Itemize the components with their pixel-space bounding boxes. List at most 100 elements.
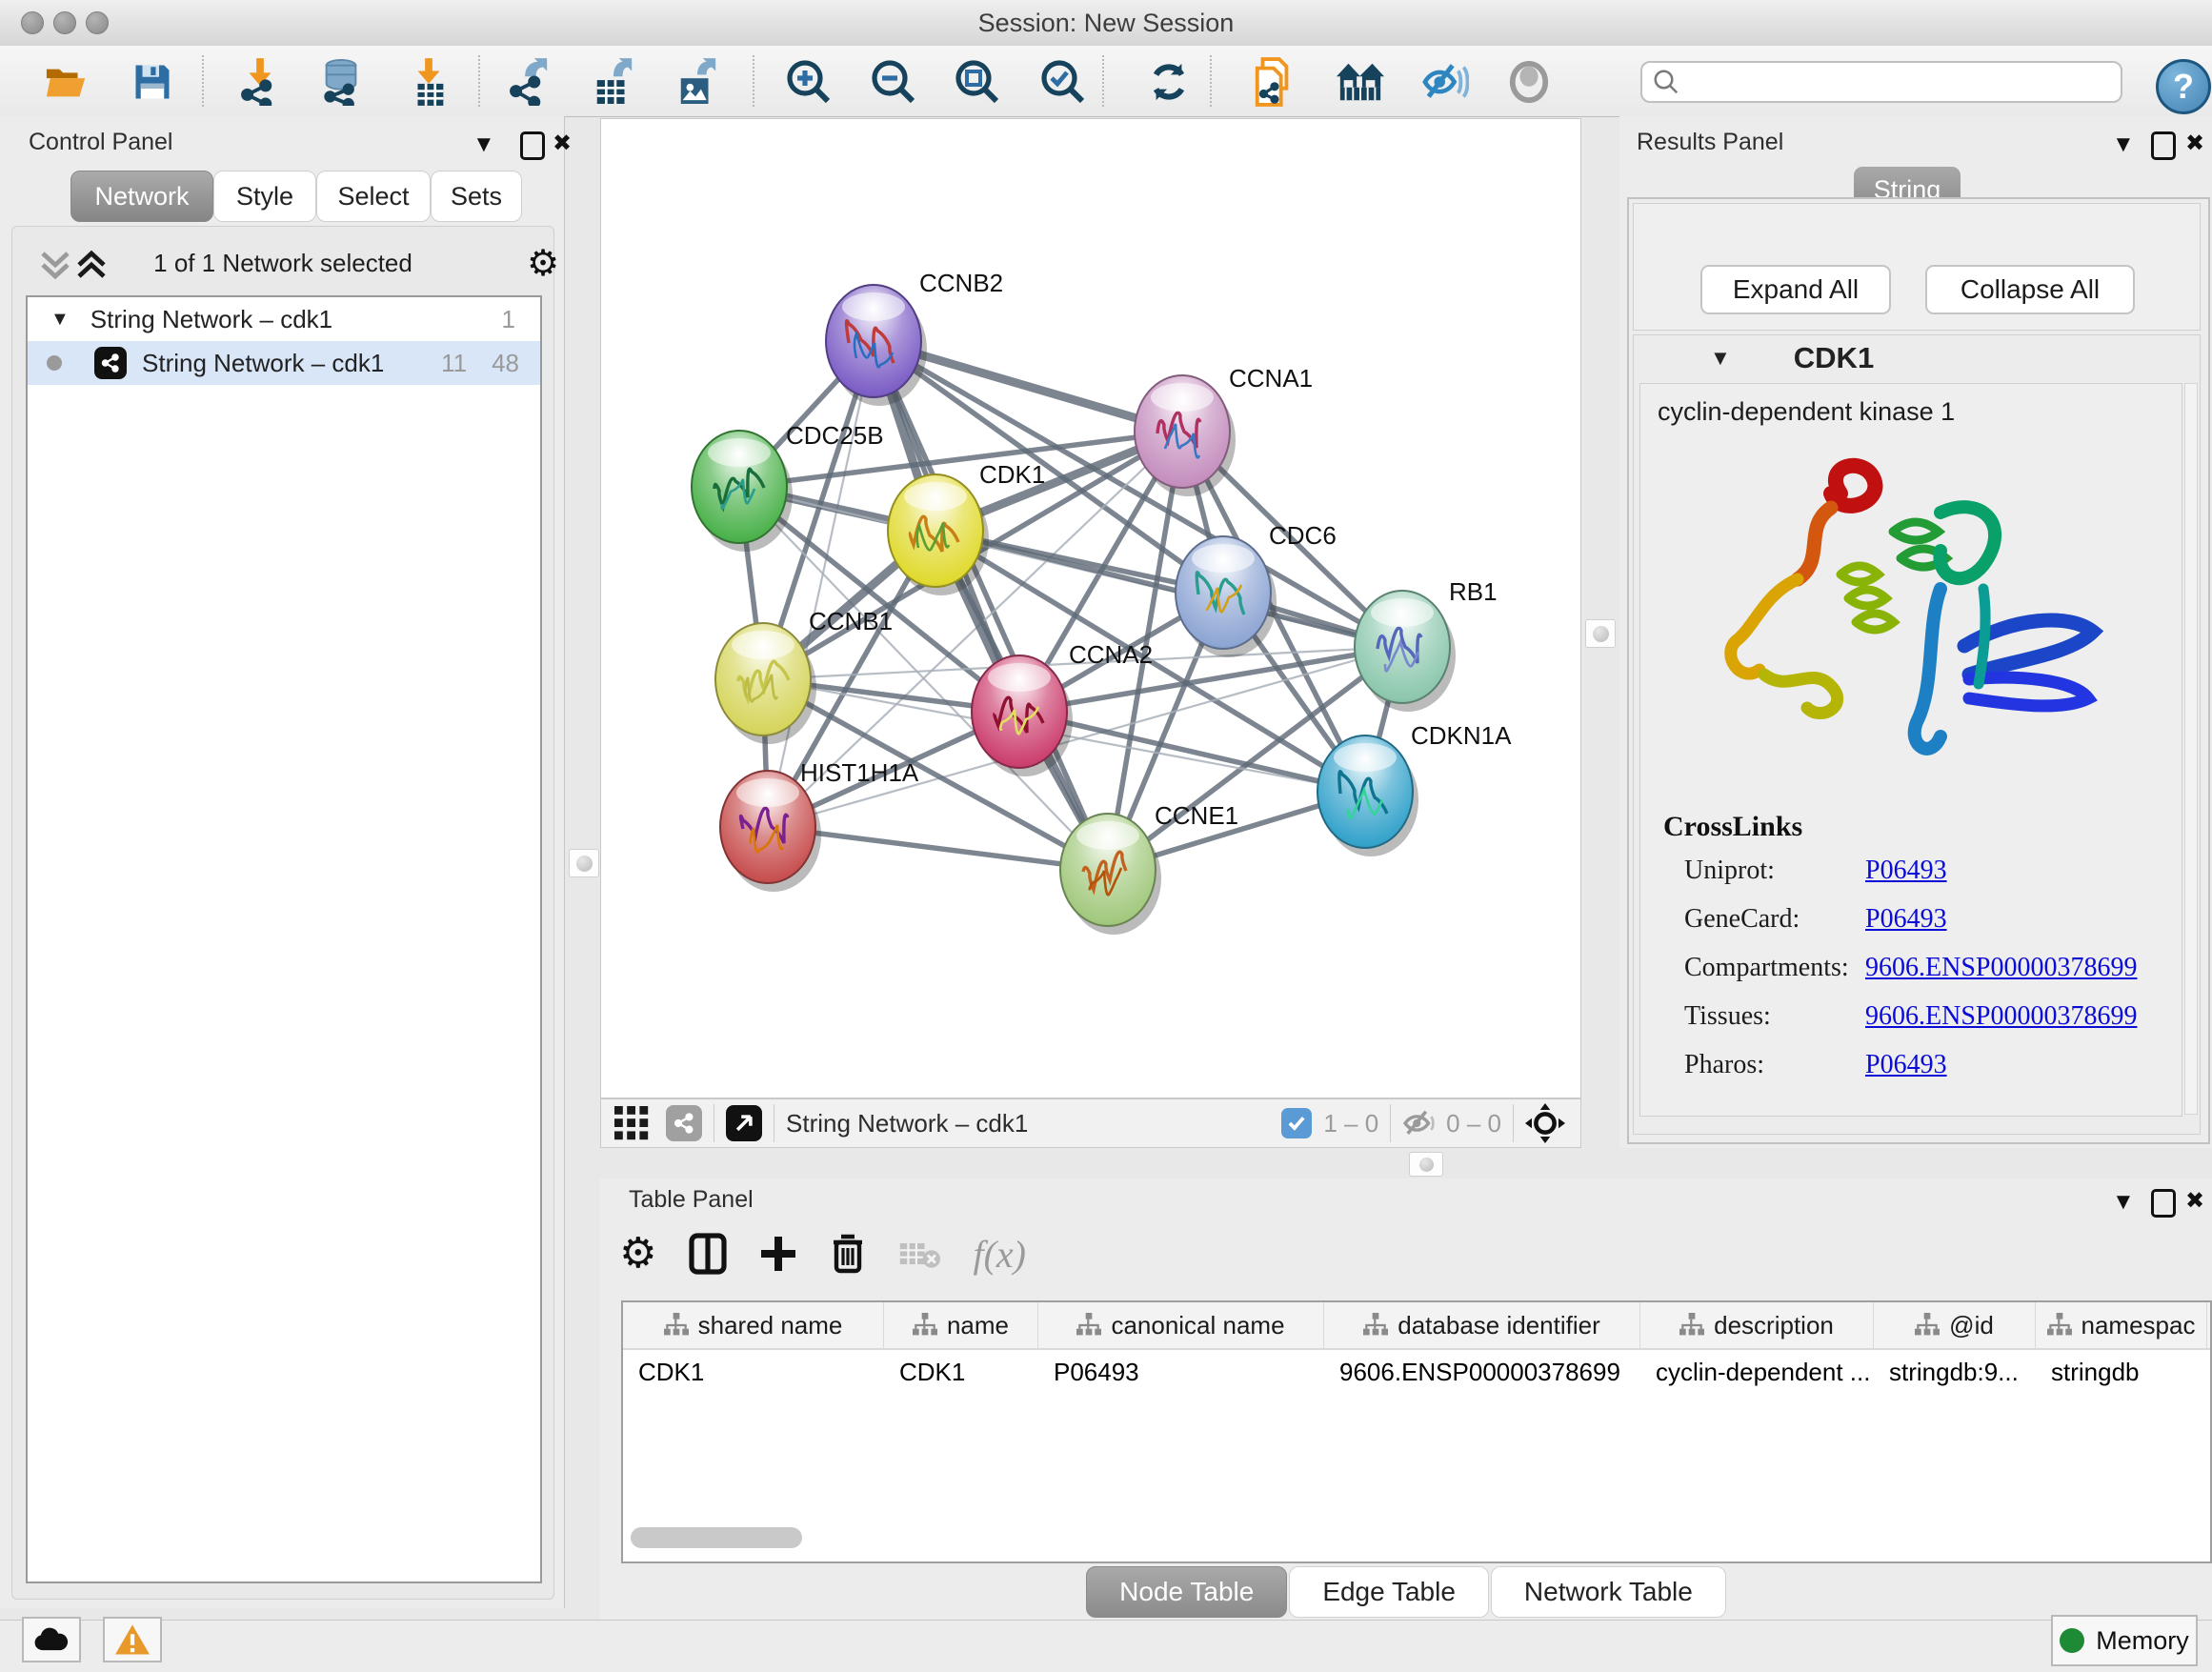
panel-float-icon[interactable]: ▼ [2112,1191,2135,1214]
function-builder-icon[interactable]: f(x) [973,1232,1026,1277]
zoom-fit-icon[interactable] [954,58,1001,106]
table-cell[interactable]: stringdb:9... [1874,1350,2036,1394]
network-graph[interactable]: CCNB2CCNA1CDC25BCDK1CDC6RB1CCNB1CCNA2CDK… [601,119,1580,1098]
network-canvas[interactable]: CCNB2CCNA1CDC25BCDK1CDC6RB1CCNB1CCNA2CDK… [600,118,1581,1098]
open-session-icon[interactable] [43,58,90,106]
panel-close-icon[interactable]: ✖ [553,132,572,155]
splitter-handle[interactable] [569,849,599,877]
memory-button[interactable]: Memory [2051,1615,2198,1666]
panel-undock-icon[interactable] [2151,1189,2176,1222]
add-column-icon[interactable] [759,1235,797,1273]
table-cell[interactable]: stringdb [2036,1350,2207,1394]
table-row[interactable]: CDK1CDK1P064939606.ENSP00000378699cyclin… [623,1350,2210,1394]
column-header-canonical-name[interactable]: canonical name [1038,1302,1324,1348]
delete-table-icon[interactable] [898,1237,940,1271]
panel-close-icon[interactable]: ✖ [2185,1190,2204,1213]
cloud-button[interactable] [22,1617,81,1662]
table-cell[interactable]: 9606.ENSP00000378699 [1324,1350,1640,1394]
network-collection-row[interactable]: ▼ String Network – cdk1 1 [28,297,540,341]
network-panel-body: 1 of 1 Network selected ⚙ ▼ String Netwo… [11,226,554,1600]
column-header--id[interactable]: @id [1874,1302,2036,1348]
warning-button[interactable] [103,1617,162,1662]
tab-network-table[interactable]: Network Table [1491,1566,1726,1618]
network-edge-CCNB2-CCNE1[interactable] [874,341,1108,870]
network-node-CDC25B[interactable]: CDC25B [692,421,884,552]
network-row[interactable]: String Network – cdk1 11 48 [28,341,540,385]
crosslink-link[interactable]: P06493 [1865,856,1947,904]
tab-node-table[interactable]: Node Table [1086,1566,1287,1618]
column-header-name[interactable]: name [884,1302,1038,1348]
gene-section-header[interactable]: ▼ CDK1 [1634,335,2200,381]
network-node-HIST1H1A[interactable]: HIST1H1A [720,758,919,892]
column-header-shared-name[interactable]: shared name [623,1302,884,1348]
import-network-from-file-icon[interactable] [236,58,284,106]
help-button[interactable]: ? [2156,59,2211,114]
string-view-icon[interactable] [666,1105,702,1141]
birdseye-view-icon[interactable] [1505,58,1553,106]
selected-checkbox-icon[interactable] [1281,1108,1312,1138]
export-table-icon[interactable] [590,58,637,106]
horizontal-scrollbar-thumb[interactable] [631,1527,802,1548]
search-box[interactable] [1640,61,2122,103]
table-cell[interactable]: CDK1 [884,1350,1038,1394]
table-cell[interactable]: CDK1 [623,1350,884,1394]
grid-view-icon[interactable] [614,1106,649,1140]
crosslink-link[interactable]: 9606.ENSP00000378699 [1865,1001,2137,1050]
network-node-CCNB2[interactable]: CCNB2 [826,269,1003,406]
tab-edge-table[interactable]: Edge Table [1289,1566,1489,1618]
panel-close-icon[interactable]: ✖ [2185,132,2204,155]
delete-column-icon[interactable] [830,1233,866,1275]
collection-expand-triangle-icon[interactable]: ▼ [50,309,70,331]
crosslink-link[interactable]: 9606.ENSP00000378699 [1865,953,2137,1001]
panel-undock-icon[interactable] [2151,131,2176,165]
birdseye-toggle-icon[interactable] [726,1105,762,1141]
show-columns-icon[interactable] [689,1233,727,1275]
panel-float-icon[interactable]: ▼ [2112,133,2135,156]
column-header-database-identifier[interactable]: database identifier [1324,1302,1640,1348]
network-node-CCNA1[interactable]: CCNA1 [1135,364,1313,496]
search-input[interactable] [1680,67,2103,98]
table-cell[interactable]: P06493 [1038,1350,1324,1394]
network-node-CCNB1[interactable]: CCNB1 [715,607,893,744]
column-header-namespac[interactable]: namespac [2036,1302,2207,1348]
import-network-from-database-icon[interactable] [317,58,365,106]
toolbar-divider [1102,55,1104,107]
fit-content-crosshair-icon[interactable] [1525,1103,1565,1143]
crosslink-link[interactable]: P06493 [1865,1050,1947,1098]
import-table-from-file-icon[interactable] [405,58,452,106]
network-options-gear-icon[interactable]: ⚙ [527,246,559,282]
tab-network[interactable]: Network [70,171,213,222]
string-documents-icon[interactable] [1250,58,1297,106]
hide-graphics-details-icon[interactable] [1421,58,1469,106]
tab-select[interactable]: Select [316,171,431,222]
zoom-out-icon[interactable] [870,58,917,106]
network-node-CDKN1A[interactable]: CDKN1A [1317,721,1512,856]
export-image-icon[interactable] [674,58,721,106]
column-header-description[interactable]: description [1640,1302,1874,1348]
results-scrollbar[interactable] [2184,383,2198,1115]
panel-undock-icon[interactable] [520,131,545,165]
table-options-gear-icon[interactable]: ⚙ [619,1233,656,1275]
expand-all-button[interactable]: Expand All [1700,265,1891,314]
refresh-icon[interactable] [1145,58,1193,106]
splitter-handle[interactable] [1409,1152,1443,1177]
section-collapse-triangle-icon[interactable]: ▼ [1710,346,1731,371]
crosslink-link[interactable]: P06493 [1865,904,1947,953]
hidden-eye-icon[interactable] [1402,1109,1437,1138]
network-node-CDC6[interactable]: CDC6 [1176,521,1337,657]
export-network-icon[interactable] [505,58,553,106]
gene-section: ▼ CDK1 cyclin-dependent kinase 1 [1633,334,2201,1135]
network-node-RB1[interactable]: RB1 [1355,577,1498,712]
tab-sets[interactable]: Sets [431,171,522,222]
network-node-CCNE1[interactable]: CCNE1 [1060,801,1238,935]
splitter-handle[interactable] [1585,619,1616,648]
panel-float-icon[interactable]: ▼ [473,133,495,156]
tab-style[interactable]: Style [213,171,316,222]
zoom-in-icon[interactable] [785,58,833,106]
zoom-selected-icon[interactable] [1039,58,1087,106]
save-session-icon[interactable] [129,58,176,106]
crosslink-label: Pharos: [1684,1050,1865,1098]
table-cell[interactable]: cyclin-dependent ... [1640,1350,1874,1394]
collapse-all-button[interactable]: Collapse All [1925,265,2135,314]
home-species-icon[interactable] [1337,58,1384,106]
